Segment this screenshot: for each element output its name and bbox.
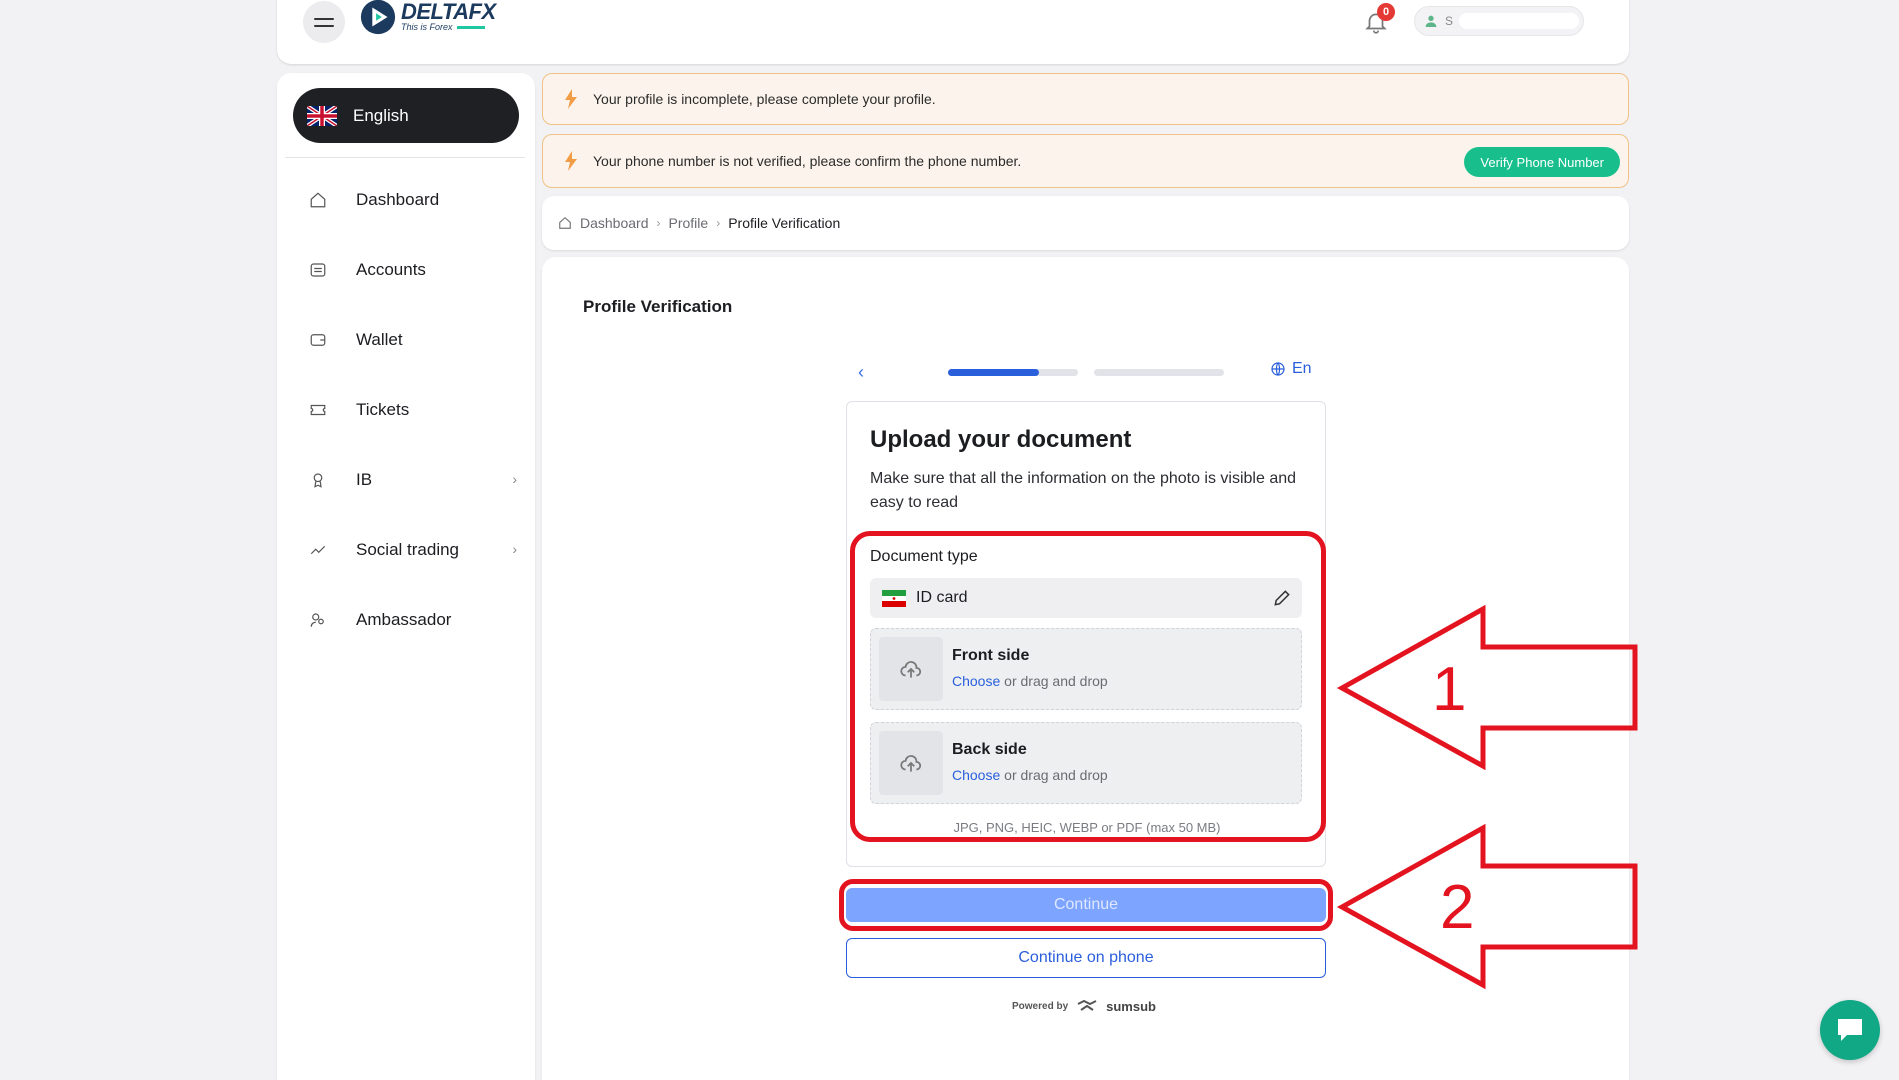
chat-bubble-icon xyxy=(1838,1019,1862,1041)
annotation-arrows xyxy=(1336,604,1638,990)
annotation-arrow-1 xyxy=(1336,604,1638,771)
live-chat-button[interactable] xyxy=(1820,1000,1880,1060)
annotation-label-2: 2 xyxy=(1440,873,1475,942)
annotation-label-1: 1 xyxy=(1432,655,1467,724)
annotation-arrow-2 xyxy=(1336,823,1638,990)
